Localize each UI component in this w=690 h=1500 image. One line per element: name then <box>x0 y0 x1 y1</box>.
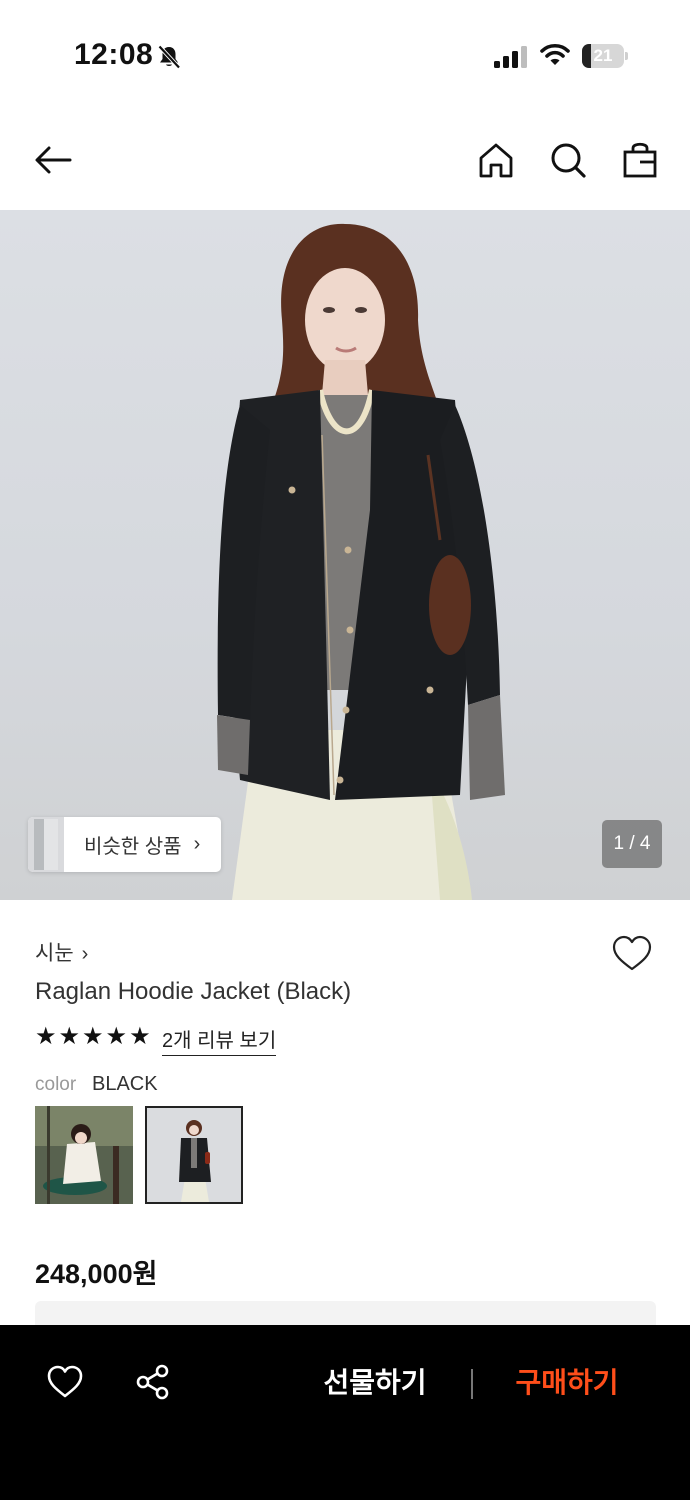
wishlist-heart-icon[interactable] <box>47 1365 83 1399</box>
product-price: 248,000원 <box>35 1259 158 1289</box>
color-value: BLACK <box>92 1073 158 1095</box>
rating-stars: ★ ★ ★ ★ ★ <box>35 1023 151 1051</box>
star-icon: ★ <box>82 1023 104 1050</box>
similar-products-button[interactable]: 비슷한 상품 › <box>28 817 221 872</box>
top-nav-bar <box>0 110 690 210</box>
gift-button[interactable]: 선물하기 <box>300 1361 450 1405</box>
color-swatch-option-1[interactable] <box>35 1106 133 1204</box>
chevron-right-icon: › <box>193 833 201 855</box>
bell-slash-icon <box>158 45 181 69</box>
view-reviews-link[interactable]: 2개 리뷰 보기 <box>162 1024 277 1056</box>
battery-body: 21 <box>582 44 624 68</box>
brand-name: 시눈 <box>35 942 74 965</box>
status-time: 12:08 <box>74 38 154 71</box>
brand-link[interactable]: 시눈 › <box>35 937 88 967</box>
star-icon: ★ <box>129 1023 151 1050</box>
cellular-signal-icon <box>494 46 527 68</box>
shopping-bag-icon[interactable] <box>620 140 660 180</box>
star-icon: ★ <box>35 1023 57 1050</box>
bottom-action-bar: 선물하기 구매하기 <box>0 1325 690 1500</box>
product-image-carousel[interactable] <box>0 210 690 900</box>
buy-button[interactable]: 구매하기 <box>492 1361 642 1405</box>
chevron-right-icon: › <box>81 943 89 965</box>
home-icon[interactable] <box>476 140 516 180</box>
battery-tip <box>625 52 628 60</box>
star-icon: ★ <box>105 1023 128 1050</box>
image-page-counter: 1 / 4 <box>602 820 662 868</box>
share-icon[interactable] <box>135 1363 171 1401</box>
battery-icon: 21 <box>582 44 628 68</box>
back-arrow-icon[interactable] <box>34 140 74 180</box>
product-photo <box>217 223 505 900</box>
swatch-image-1 <box>35 1106 133 1204</box>
status-bar: 12:08 21 <box>0 0 690 110</box>
swatch-image-2 <box>147 1108 241 1202</box>
similar-products-label: 비슷한 상품 <box>84 836 182 858</box>
similar-product-thumbnail <box>28 817 64 872</box>
color-swatch-option-2-selected[interactable] <box>145 1106 243 1204</box>
product-name: Raglan Hoodie Jacket (Black) <box>35 978 352 1005</box>
star-icon: ★ <box>58 1023 81 1050</box>
divider <box>471 1369 473 1399</box>
wifi-icon <box>540 43 570 65</box>
battery-level: 21 <box>593 46 613 65</box>
wishlist-heart-icon[interactable] <box>611 935 653 973</box>
color-label: color <box>35 1074 77 1095</box>
search-icon[interactable] <box>548 140 588 180</box>
